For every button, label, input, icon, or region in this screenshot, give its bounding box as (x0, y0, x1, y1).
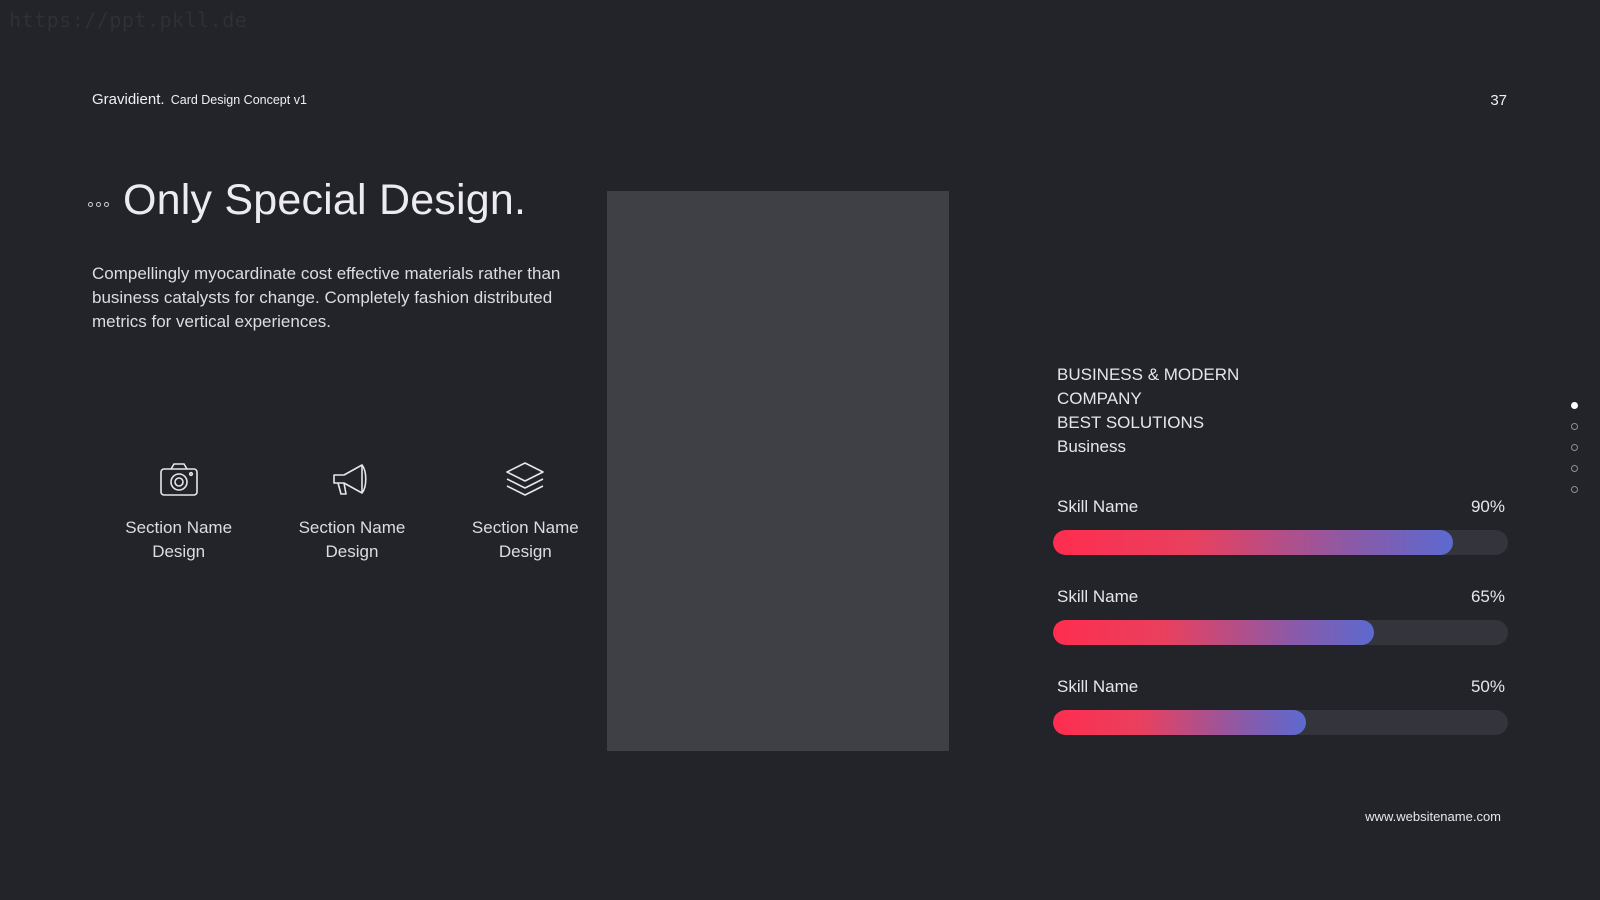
info-line: BEST SOLUTIONS (1057, 413, 1205, 432)
camera-icon (157, 458, 201, 502)
skill-item: Skill Name 50% (1053, 677, 1508, 735)
skill-progress-fill (1053, 530, 1454, 555)
feature-item: Section Name Design (265, 458, 438, 564)
feature-item: Section Name Design (439, 458, 612, 564)
skill-progress-track (1053, 530, 1508, 555)
skill-name: Skill Name (1057, 497, 1139, 516)
nav-dot[interactable] (1571, 486, 1578, 493)
watermark-text: https://ppt.pkll.de (9, 8, 248, 32)
brand-subtitle: Card Design Concept v1 (170, 93, 307, 107)
skill-item: Skill Name 90% (1053, 497, 1508, 555)
image-placeholder (607, 191, 949, 751)
feature-list: Section Name Design Section Name Design (92, 458, 612, 564)
info-block: BUSINESS & MODERN COMPANY BEST SOLUTIONS… (1057, 363, 1239, 459)
feature-item: Section Name Design (92, 458, 265, 564)
title-block: Only Special Design. (88, 176, 526, 225)
skill-name: Skill Name (1057, 587, 1139, 606)
website-link[interactable]: www.websitename.com (1365, 809, 1501, 824)
feature-label: Section Name Design (298, 518, 406, 561)
skill-progress-fill (1053, 620, 1374, 645)
nav-dot-active[interactable] (1571, 402, 1578, 409)
brand-name: Gravidient. (92, 91, 165, 108)
megaphone-icon (330, 458, 374, 502)
page-number: 37 (1490, 92, 1507, 109)
skill-percent: 50% (1470, 677, 1505, 696)
skill-item: Skill Name 65% (1053, 587, 1508, 645)
skill-progress-fill (1053, 710, 1306, 735)
nav-dot[interactable] (1571, 444, 1578, 451)
skill-list: Skill Name 90% Skill Name 65% Skill Name… (1053, 497, 1508, 767)
info-line: COMPANY (1057, 389, 1142, 408)
skill-progress-track (1053, 710, 1508, 735)
slide: https://ppt.pkll.de Gravidient. Card Des… (0, 0, 1600, 900)
nav-dot[interactable] (1571, 465, 1578, 472)
feature-label: Section Name Design (471, 518, 579, 561)
header-brand: Gravidient. Card Design Concept v1 (92, 91, 307, 108)
feature-label: Section Name Design (125, 518, 233, 561)
page-title: Only Special Design. (123, 176, 527, 224)
description-text: Compellingly myocardinate cost effective… (92, 264, 561, 331)
skill-progress-track (1053, 620, 1508, 645)
info-line: BUSINESS & MODERN (1057, 365, 1240, 384)
layers-icon (503, 458, 547, 502)
skill-percent: 90% (1470, 497, 1505, 516)
slide-nav-dots (1571, 402, 1578, 493)
skill-percent: 65% (1470, 587, 1505, 606)
info-line: Business (1057, 437, 1126, 456)
skill-name: Skill Name (1057, 677, 1139, 696)
title-dots-icon (88, 202, 109, 207)
nav-dot[interactable] (1571, 423, 1578, 430)
